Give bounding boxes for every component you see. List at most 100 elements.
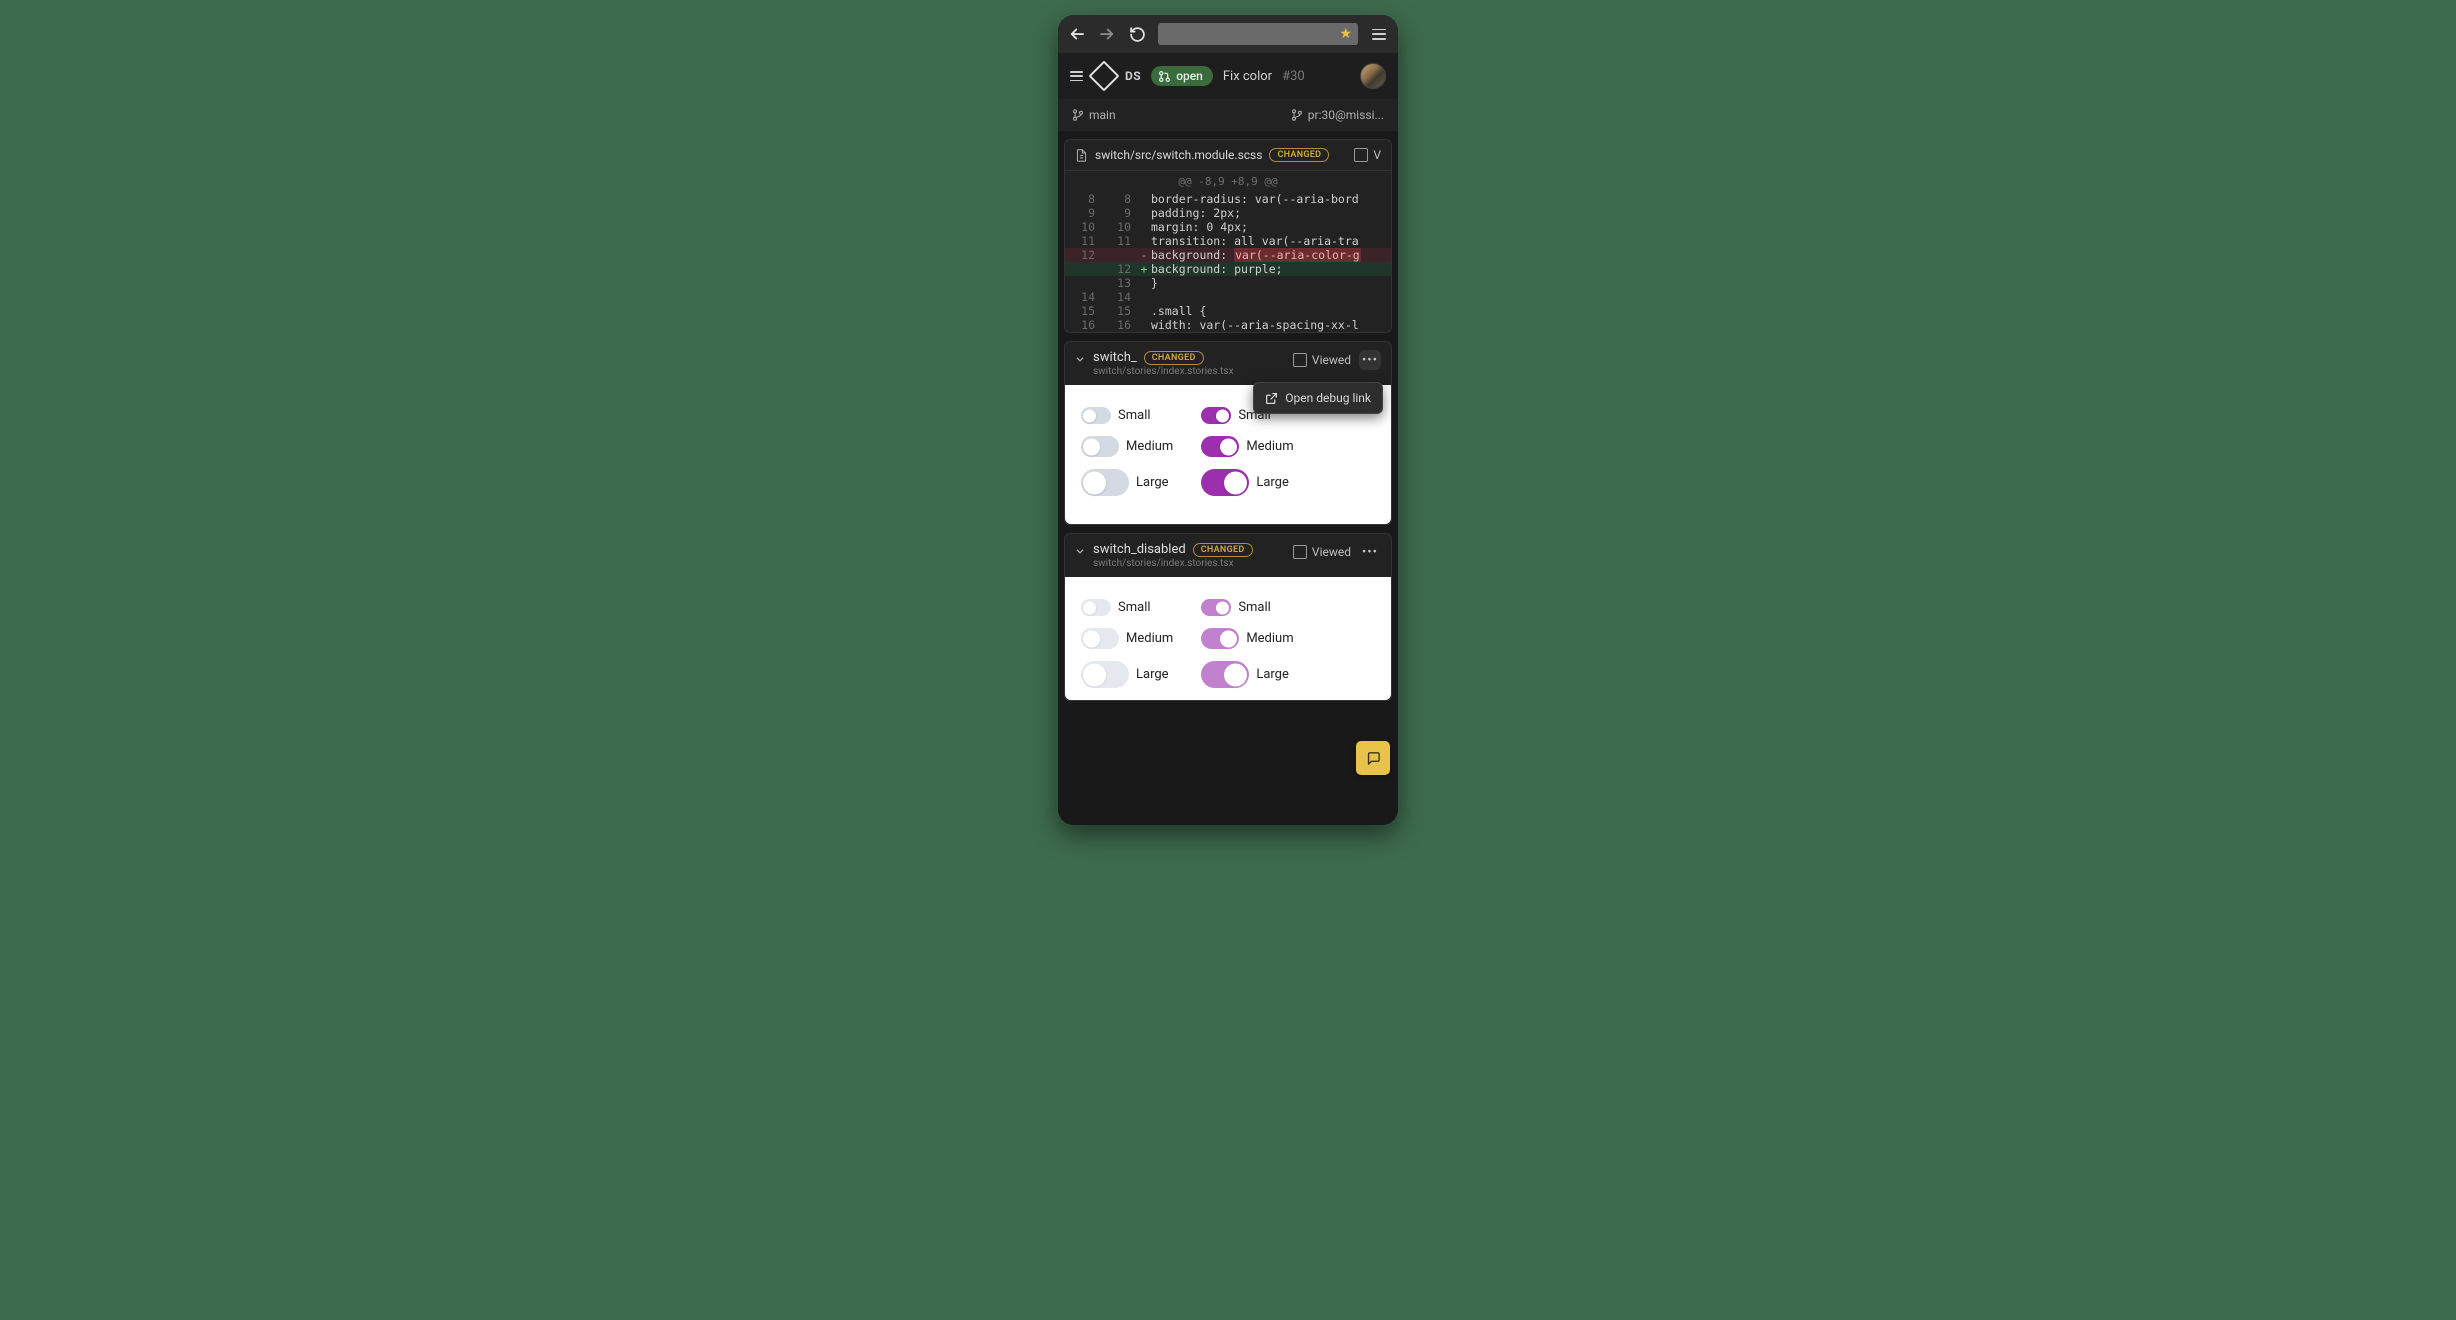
code-text: margin: 0 4px; <box>1151 220 1248 234</box>
line-old: 15 <box>1065 304 1101 318</box>
external-link-icon <box>1265 392 1278 405</box>
diff-sign <box>1137 206 1151 220</box>
diff-line[interactable]: 1616 width: var(--aria-spacing-xx-l <box>1065 318 1391 332</box>
story-title: switch_disabled <box>1093 542 1186 557</box>
story-header[interactable]: switch_disabled CHANGED switch/stories/i… <box>1065 534 1391 577</box>
viewed-label: Viewed <box>1312 545 1351 559</box>
diff-sign <box>1137 318 1151 332</box>
switch-label: Small <box>1118 600 1151 615</box>
line-old <box>1065 262 1101 276</box>
more-menu-button[interactable]: ••• <box>1359 350 1381 370</box>
line-new <box>1101 248 1137 262</box>
switch-large-on[interactable] <box>1201 469 1249 496</box>
switch-small-on[interactable] <box>1201 407 1231 424</box>
story-header[interactable]: switch_ CHANGED switch/stories/index.sto… <box>1065 342 1391 385</box>
switch-label: Large <box>1256 667 1289 682</box>
branch-bar: main pr:30@missi... <box>1058 99 1398 131</box>
switch-label: Medium <box>1126 439 1173 454</box>
back-button[interactable] <box>1068 25 1086 43</box>
line-old: 16 <box>1065 318 1101 332</box>
bookmark-star-icon[interactable]: ★ <box>1339 26 1352 42</box>
switch-column-off-disabled: Small Medium Large <box>1081 599 1173 688</box>
comment-icon <box>1365 750 1382 767</box>
diff-line[interactable]: 88 border-radius: var(--aria-bord <box>1065 192 1391 206</box>
story-panel-switch-disabled: switch_disabled CHANGED switch/stories/i… <box>1064 533 1392 701</box>
app-menu-button[interactable] <box>1070 71 1083 81</box>
diff-body: @@ -8,9 +8,9 @@ 88 border-radius: var(--… <box>1065 171 1391 332</box>
pr-title[interactable]: Fix color <box>1223 69 1272 84</box>
base-branch[interactable]: main <box>1072 108 1116 122</box>
chevron-down-icon[interactable] <box>1075 546 1085 556</box>
url-bar[interactable]: ★ <box>1158 23 1358 45</box>
diff-line[interactable]: 12+ background: purple; <box>1065 262 1391 276</box>
viewed-checkbox[interactable]: V <box>1354 148 1381 162</box>
diff-line[interactable]: 99 padding: 2px; <box>1065 206 1391 220</box>
comment-fab[interactable] <box>1356 741 1390 775</box>
file-icon <box>1075 149 1088 162</box>
diff-sign <box>1137 290 1151 304</box>
changed-badge: CHANGED <box>1269 148 1329 162</box>
switch-column-on: Small Medium Large <box>1201 407 1293 496</box>
checkbox-icon <box>1354 148 1368 162</box>
diff-sign <box>1137 234 1151 248</box>
story-title: switch_ <box>1093 350 1137 365</box>
more-menu-button[interactable]: ••• <box>1359 542 1381 562</box>
pr-status-text: open <box>1176 69 1203 83</box>
viewed-checkbox[interactable]: Viewed <box>1293 353 1351 367</box>
diff-line[interactable]: 1010 margin: 0 4px; <box>1065 220 1391 234</box>
line-old: 12 <box>1065 248 1101 262</box>
user-avatar[interactable] <box>1360 63 1386 89</box>
app-header: DS open Fix color #30 <box>1058 53 1398 99</box>
line-old: 8 <box>1065 192 1101 206</box>
pr-status-pill[interactable]: open <box>1151 66 1213 86</box>
device-frame: ★ DS open Fix color #30 main pr:30@missi… <box>1058 15 1398 825</box>
viewed-label: V <box>1373 148 1381 162</box>
compare-branch[interactable]: pr:30@missi... <box>1291 108 1384 122</box>
code-text: background: purple; <box>1151 262 1283 276</box>
forward-button[interactable] <box>1098 25 1116 43</box>
switch-label: Large <box>1136 667 1169 682</box>
viewed-checkbox[interactable]: Viewed <box>1293 545 1351 559</box>
switch-small-off[interactable] <box>1081 407 1111 424</box>
diff-line[interactable]: 13} <box>1065 276 1391 290</box>
reload-button[interactable] <box>1128 25 1146 43</box>
project-label[interactable]: DS <box>1125 69 1141 83</box>
diff-sign <box>1137 220 1151 234</box>
code-text: transition: all var(--aria-tra <box>1151 234 1359 248</box>
line-old: 11 <box>1065 234 1101 248</box>
code-text: .small { <box>1151 304 1206 318</box>
main-scroll-area[interactable]: switch/src/switch.module.scss CHANGED V … <box>1058 131 1398 825</box>
menu-item-open-debug[interactable]: Open debug link <box>1285 391 1371 405</box>
file-header[interactable]: switch/src/switch.module.scss CHANGED V <box>1065 140 1391 171</box>
code-text: border-radius: var(--aria-bord <box>1151 192 1359 206</box>
browser-chrome: ★ <box>1058 15 1398 53</box>
switch-label: Large <box>1256 475 1289 490</box>
checkbox-icon <box>1293 353 1307 367</box>
switch-medium-off[interactable] <box>1081 436 1119 457</box>
changed-badge: CHANGED <box>1144 351 1204 365</box>
diff-panel: switch/src/switch.module.scss CHANGED V … <box>1064 139 1392 333</box>
switch-small-off-disabled <box>1081 599 1111 616</box>
diff-line[interactable]: 1414 <box>1065 290 1391 304</box>
app-logo-icon[interactable] <box>1088 60 1119 91</box>
diff-line[interactable]: 1515 .small { <box>1065 304 1391 318</box>
diff-line[interactable]: 12- background: var(--aria-color-g <box>1065 248 1391 262</box>
switch-column-off: Small Medium Large <box>1081 407 1173 496</box>
switch-medium-on[interactable] <box>1201 436 1239 457</box>
line-new: 13 <box>1101 276 1137 290</box>
file-path: switch/src/switch.module.scss <box>1095 148 1262 162</box>
switch-column-on-disabled: Small Medium Large <box>1201 599 1293 688</box>
line-new: 11 <box>1101 234 1137 248</box>
line-new: 15 <box>1101 304 1137 318</box>
chevron-down-icon[interactable] <box>1075 354 1085 364</box>
switch-large-off[interactable] <box>1081 469 1129 496</box>
pr-number: #30 <box>1282 69 1305 84</box>
line-new: 12 <box>1101 262 1137 276</box>
hunk-header: @@ -8,9 +8,9 @@ <box>1065 171 1391 192</box>
diff-sign <box>1137 276 1151 290</box>
switch-small-on-disabled <box>1201 599 1231 616</box>
code-text: padding: 2px; <box>1151 206 1241 220</box>
browser-menu-button[interactable] <box>1370 25 1388 43</box>
switch-label: Medium <box>1126 631 1173 646</box>
diff-line[interactable]: 1111 transition: all var(--aria-tra <box>1065 234 1391 248</box>
